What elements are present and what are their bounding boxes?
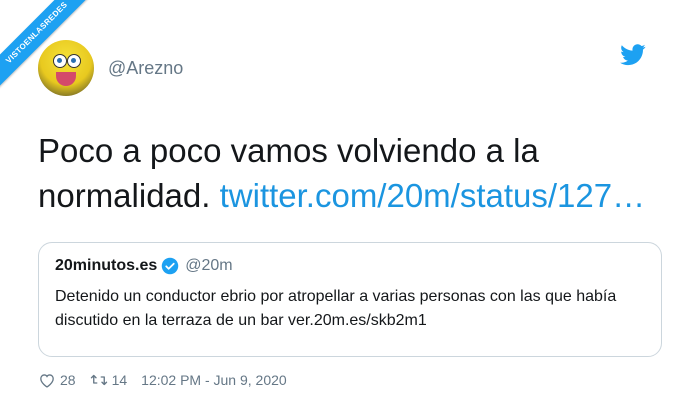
tweet-footer: 28 14 12:02 PM - Jun 9, 2020	[38, 372, 287, 388]
retweet-count: 14	[111, 372, 128, 388]
tweet-card: @Arezno Poco a poco vamos volviendo a la…	[12, 6, 688, 403]
heart-icon	[40, 374, 54, 388]
quoted-author-name[interactable]: 20minutos.es	[55, 257, 157, 275]
tweet-text: Poco a poco vamos volviendo a la normali…	[38, 128, 678, 218]
quoted-author-handle[interactable]: @20m	[185, 257, 232, 275]
tweet-link[interactable]: twitter.com/20m/status/127…	[220, 177, 646, 214]
quoted-header: 20minutos.es @20m	[55, 257, 645, 275]
user-handle[interactable]: @Arezno	[108, 58, 183, 79]
tweet-header: @Arezno	[38, 40, 183, 96]
avatar[interactable]	[38, 40, 94, 96]
quoted-text: Detenido un conductor ebrio por atropell…	[55, 288, 617, 329]
tweet-timestamp[interactable]: 12:02 PM - Jun 9, 2020	[141, 372, 287, 388]
like-count: 28	[60, 372, 76, 388]
quoted-tweet[interactable]: 20minutos.es @20m Detenido un conductor …	[38, 242, 662, 357]
verified-icon	[162, 257, 179, 275]
like-action[interactable]: 28	[38, 372, 76, 388]
twitter-bird-icon[interactable]	[620, 44, 646, 66]
retweet-icon	[90, 374, 107, 386]
retweet-action[interactable]: 14	[90, 372, 128, 388]
